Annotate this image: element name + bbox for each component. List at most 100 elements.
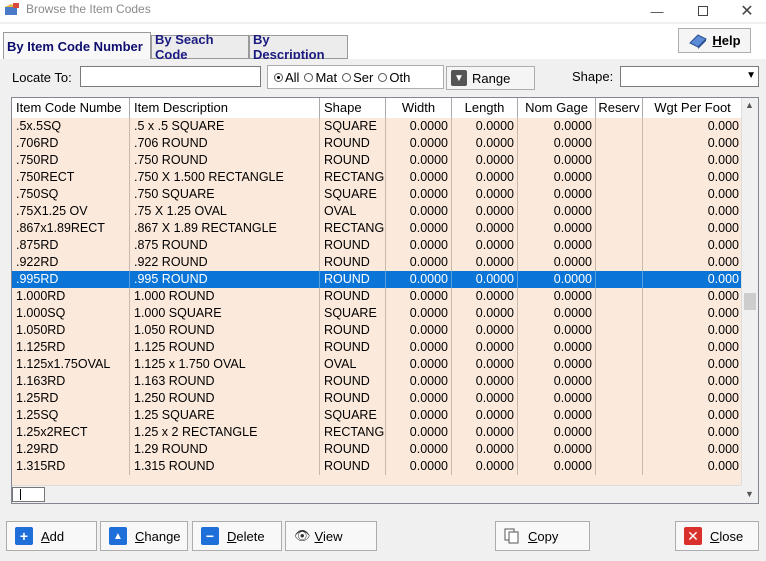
tab-by-seach-code[interactable]: By Seach Code [151, 32, 249, 62]
column-header[interactable]: Width [386, 98, 452, 118]
table-row[interactable]: .750RD .750 ROUND ROUND 0.0000 0.0000 0.0000 0… [12, 152, 743, 169]
maximize-button[interactable] [680, 0, 726, 22]
tab-by-item-code-number[interactable]: By Item Code Number [3, 32, 151, 59]
table-cell [596, 186, 643, 203]
table-cell [596, 237, 643, 254]
table-cell [596, 373, 643, 390]
table-row[interactable]: 1.125RD 1.125 ROUND ROUND 0.0000 0.0000 0.000… [12, 339, 743, 356]
table-cell: 0.000 [643, 424, 743, 441]
column-header[interactable]: Item Description [130, 98, 320, 118]
eye-icon: 👁 [294, 528, 311, 543]
close-button[interactable]: ✕ Close [675, 521, 759, 551]
table-row[interactable]: .867x1.89RECT .867 X 1.89 RECTANGLE RECTAN… [12, 220, 743, 237]
delete-button[interactable]: − Delete [192, 521, 282, 551]
filter-oth-radio[interactable]: Oth [378, 70, 410, 85]
table-row[interactable]: 1.25SQ 1.25 SQUARE SQUARE 0.0000 0.0000 0.000… [12, 407, 743, 424]
add-button[interactable]: + Add [6, 521, 97, 551]
table-cell: 0.000 [643, 118, 743, 135]
table-row[interactable]: 1.000RD 1.000 ROUND ROUND 0.0000 0.0000 0.000… [12, 288, 743, 305]
add-icon: + [15, 527, 33, 545]
table-row[interactable]: 1.163RD 1.163 ROUND ROUND 0.0000 0.0000 0.000… [12, 373, 743, 390]
table-cell: 0.0000 [518, 407, 596, 424]
table-row[interactable]: 1.050RD 1.050 ROUND ROUND 0.0000 0.0000 0.000… [12, 322, 743, 339]
table-row[interactable]: 1.125x1.75OVAL 1.125 x 1.750 OVAL OVAL 0.00… [12, 356, 743, 373]
table-cell: 1.25x2RECT [12, 424, 130, 441]
table-cell: 1.125 ROUND [130, 339, 320, 356]
change-button[interactable]: ▲ Change [100, 521, 188, 551]
table-cell: SQUARE [320, 305, 386, 322]
column-header[interactable]: Reserv [596, 98, 643, 118]
minimize-button[interactable]: — [634, 0, 680, 22]
scroll-down-icon[interactable]: ▼ [741, 485, 758, 503]
help-button[interactable]: Help [678, 28, 751, 53]
table-cell [596, 254, 643, 271]
filter-all-radio[interactable]: All [274, 70, 299, 85]
table-cell: 0.000 [643, 237, 743, 254]
table-row[interactable]: 1.25RD 1.250 ROUND ROUND 0.0000 0.0000 0.0000… [12, 390, 743, 407]
locate-input[interactable] [80, 66, 261, 87]
table-cell: 0.0000 [452, 407, 518, 424]
table-cell [596, 220, 643, 237]
column-header[interactable]: Shape [320, 98, 386, 118]
locate-label: Locate To: [12, 70, 72, 85]
table-row[interactable]: .75X1.25 OV .75 X 1.25 OVAL OVAL 0.0000 0.00… [12, 203, 743, 220]
window-title: Browse the Item Codes [26, 2, 151, 16]
table-cell: .750RECT [12, 169, 130, 186]
column-header[interactable]: Item Code Numbe [12, 98, 130, 118]
table-row[interactable]: .706RD .706 ROUND ROUND 0.0000 0.0000 0.0000 0… [12, 135, 743, 152]
tab-label: By Description [253, 32, 325, 62]
table-cell: 1.125RD [12, 339, 130, 356]
scroll-thumb[interactable] [744, 293, 756, 310]
view-label: View [314, 528, 343, 544]
table-row[interactable]: .750RECT.750 X 1.500 RECTANGLERECTANGLE0… [12, 169, 743, 186]
table-cell: 0.0000 [518, 152, 596, 169]
filter-mat-radio[interactable]: Mat [304, 70, 337, 85]
column-header[interactable]: Wgt Per Foot [643, 98, 743, 118]
table-row[interactable]: .922RD .922 ROUND ROUND 0.0000 0.0000 0.0000 0… [12, 254, 743, 271]
table-cell: 0.000 [643, 271, 743, 288]
table-row[interactable]: .750SQ .750 SQUARE SQUARE 0.0000 0.0000 0.000… [12, 186, 743, 203]
view-button[interactable]: 👁 View [285, 521, 377, 551]
filter-icon: ▼ [451, 70, 467, 86]
table-row[interactable]: .995RD .995 ROUND ROUND 0.0000 0.0000 0.0000 0… [12, 271, 743, 288]
table-row[interactable]: 1.29RD 1.29 ROUND ROUND 0.0000 0.0000 0.0000 0… [12, 441, 743, 458]
table-cell: 1.000 SQUARE [130, 305, 320, 322]
table-cell [596, 424, 643, 441]
table-cell: ROUND [320, 441, 386, 458]
table-cell: 0.0000 [452, 220, 518, 237]
table-row[interactable]: .875RD .875 ROUND ROUND 0.0000 0.0000 0.0000 0… [12, 237, 743, 254]
tab-by-description[interactable]: By Description [249, 32, 348, 62]
table-cell: ROUND [320, 135, 386, 152]
table-cell: ROUND [320, 339, 386, 356]
table-cell: 1.050 ROUND [130, 322, 320, 339]
range-button[interactable]: ▼ Range [446, 66, 535, 90]
table-cell: SQUARE [320, 186, 386, 203]
table-cell: 1.29RD [12, 441, 130, 458]
table-cell: 0.0000 [386, 237, 452, 254]
table-cell: 0.0000 [452, 390, 518, 407]
change-label: Change [135, 528, 181, 544]
chevron-down-icon: ▼ [746, 70, 756, 81]
vertical-scrollbar[interactable]: ▲ [741, 98, 758, 486]
table-cell: ROUND [320, 458, 386, 475]
table-cell: .995 ROUND [130, 271, 320, 288]
column-header[interactable]: Length [452, 98, 518, 118]
table-cell: .995RD [12, 271, 130, 288]
table-cell: 0.0000 [386, 118, 452, 135]
table-row[interactable]: 1.000SQ 1.000 SQUARE SQUARE 0.0000 0.0000 0.0… [12, 305, 743, 322]
table-cell [596, 271, 643, 288]
filter-ser-radio[interactable]: Ser [342, 70, 373, 85]
horizontal-scroll-thumb[interactable] [12, 487, 45, 502]
table-row[interactable]: 1.315RD 1.315 ROUND ROUND 0.0000 0.0000 0.000… [12, 458, 743, 475]
horizontal-scrollbar[interactable] [12, 485, 743, 503]
table-cell: 1.25 x 2 RECTANGLE [130, 424, 320, 441]
radio-icon [304, 72, 314, 82]
table-cell: .5 x .5 SQUARE [130, 118, 320, 135]
close-window-button[interactable]: ✕ [724, 0, 766, 22]
shape-select[interactable]: ▼ [620, 66, 759, 87]
table-row[interactable]: 1.25x2RECT1.25 x 2 RECTANGLERECTANGLE0.0… [12, 424, 743, 441]
column-header[interactable]: Nom Gage [518, 98, 596, 118]
table-cell: 0.0000 [518, 356, 596, 373]
copy-button[interactable]: Copy [495, 521, 590, 551]
table-row[interactable]: .5x.5SQ .5 x .5 SQUARE SQUARE 0.0000 0.0000 0… [12, 118, 743, 135]
